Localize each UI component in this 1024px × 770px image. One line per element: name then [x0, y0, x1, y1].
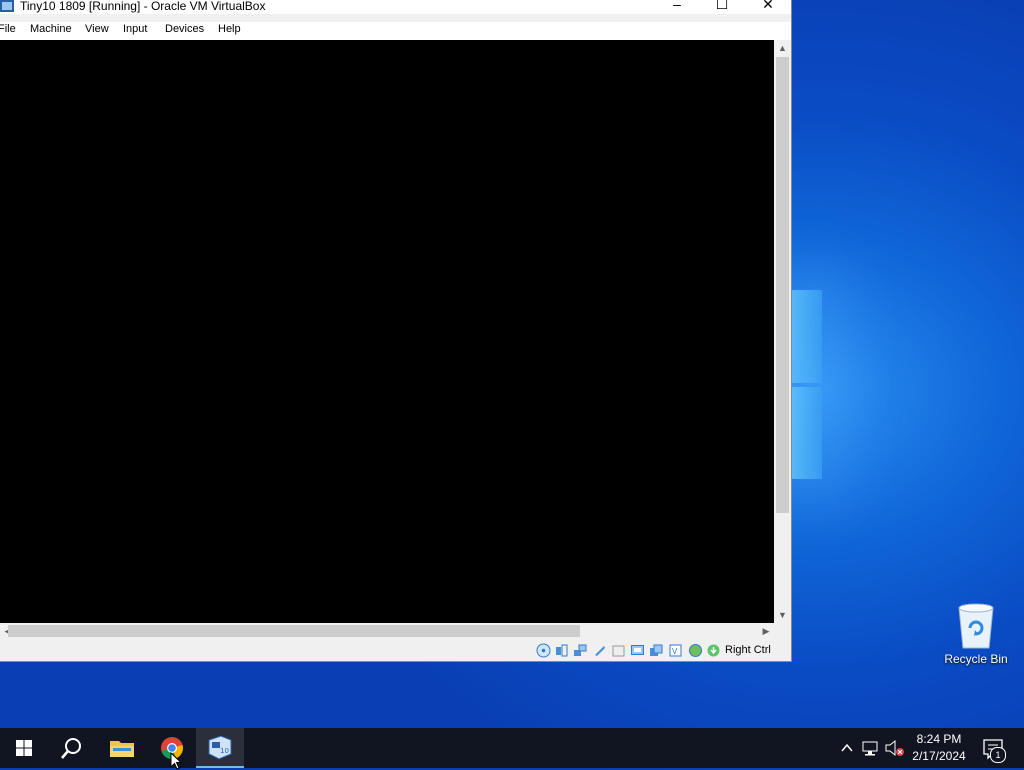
taskbar: 10 8:24 PM 2/17/2024 1	[0, 728, 1024, 770]
network-icon[interactable]	[573, 643, 588, 658]
clock-time: 8:24 PM	[916, 732, 962, 746]
optical-drive-icon[interactable]	[536, 643, 551, 658]
volume-muted-icon[interactable]	[885, 728, 905, 768]
menu-bar: File Machine View Input Devices Help	[0, 22, 791, 40]
virtualbox-window: Tiny10 1809 [Running] - Oracle VM Virtua…	[0, 0, 792, 662]
scroll-down-icon[interactable]: ▼	[774, 607, 791, 623]
menu-input[interactable]: Input	[123, 23, 147, 35]
scroll-right-icon[interactable]: ▶	[758, 623, 774, 640]
status-bar: V Right Ctrl	[0, 640, 791, 661]
virtualbox-taskbar-button[interactable]: 10	[196, 728, 244, 768]
search-button[interactable]	[48, 728, 96, 768]
notification-count-badge: 1	[990, 747, 1006, 763]
maximize-icon: ☐	[715, 0, 729, 12]
menu-view[interactable]: View	[85, 23, 109, 35]
svg-text:V: V	[672, 647, 678, 656]
recycle-bin-icon	[958, 603, 994, 649]
start-button[interactable]	[0, 728, 48, 768]
title-bar[interactable]: Tiny10 1809 [Running] - Oracle VM Virtua…	[0, 0, 791, 14]
minimize-button[interactable]: –	[654, 0, 700, 14]
close-button[interactable]: ✕	[745, 0, 791, 14]
display-icon[interactable]	[630, 643, 645, 658]
cpu-icon[interactable]: V	[668, 643, 683, 658]
search-icon	[61, 738, 81, 759]
menu-help[interactable]: Help	[218, 23, 241, 35]
scroll-up-icon[interactable]: ▲	[774, 40, 791, 56]
window-title: Tiny10 1809 [Running] - Oracle VM Virtua…	[20, 0, 266, 13]
shared-folders-icon[interactable]	[611, 643, 626, 658]
windows-wallpaper-logo	[792, 290, 824, 480]
taskbar-clock[interactable]: 8:24 PM 2/17/2024	[906, 731, 972, 765]
horizontal-scroll-thumb[interactable]	[8, 625, 580, 637]
svg-text:10: 10	[220, 747, 229, 755]
audio-icon[interactable]	[554, 643, 569, 658]
usb-icon[interactable]	[592, 643, 607, 658]
virtualbox-app-icon	[0, 0, 14, 12]
host-key-label: Right Ctrl	[725, 644, 771, 656]
network-status-icon[interactable]	[862, 728, 880, 768]
chrome-button[interactable]	[148, 728, 196, 770]
horizontal-scrollbar[interactable]: ◀ ▶	[0, 623, 774, 640]
minimize-icon: –	[673, 0, 681, 12]
host-key-icon[interactable]	[706, 643, 721, 658]
close-icon: ✕	[762, 0, 774, 12]
show-hidden-icons-icon[interactable]	[840, 728, 854, 768]
clock-date: 2/17/2024	[912, 749, 966, 763]
menu-file[interactable]: File	[0, 23, 16, 35]
vertical-scroll-thumb[interactable]	[776, 57, 789, 513]
recycle-bin-label: Recycle Bin	[944, 652, 1008, 666]
mouse-integration-icon[interactable]	[688, 643, 703, 658]
menu-machine[interactable]: Machine	[30, 23, 72, 35]
recycle-bin[interactable]: Recycle Bin	[940, 598, 1012, 670]
vertical-scrollbar[interactable]: ▲ ▼	[774, 40, 791, 623]
mouse-cursor-icon	[170, 752, 182, 770]
vm-display[interactable]	[0, 40, 774, 623]
menu-devices[interactable]: Devices	[165, 23, 204, 35]
video-capture-icon[interactable]	[649, 643, 664, 658]
file-explorer-button[interactable]	[98, 728, 146, 768]
folder-icon	[110, 741, 134, 757]
maximize-button[interactable]: ☐	[699, 0, 745, 14]
virtualbox-icon: 10	[208, 736, 232, 760]
windows-start-icon	[16, 740, 32, 756]
